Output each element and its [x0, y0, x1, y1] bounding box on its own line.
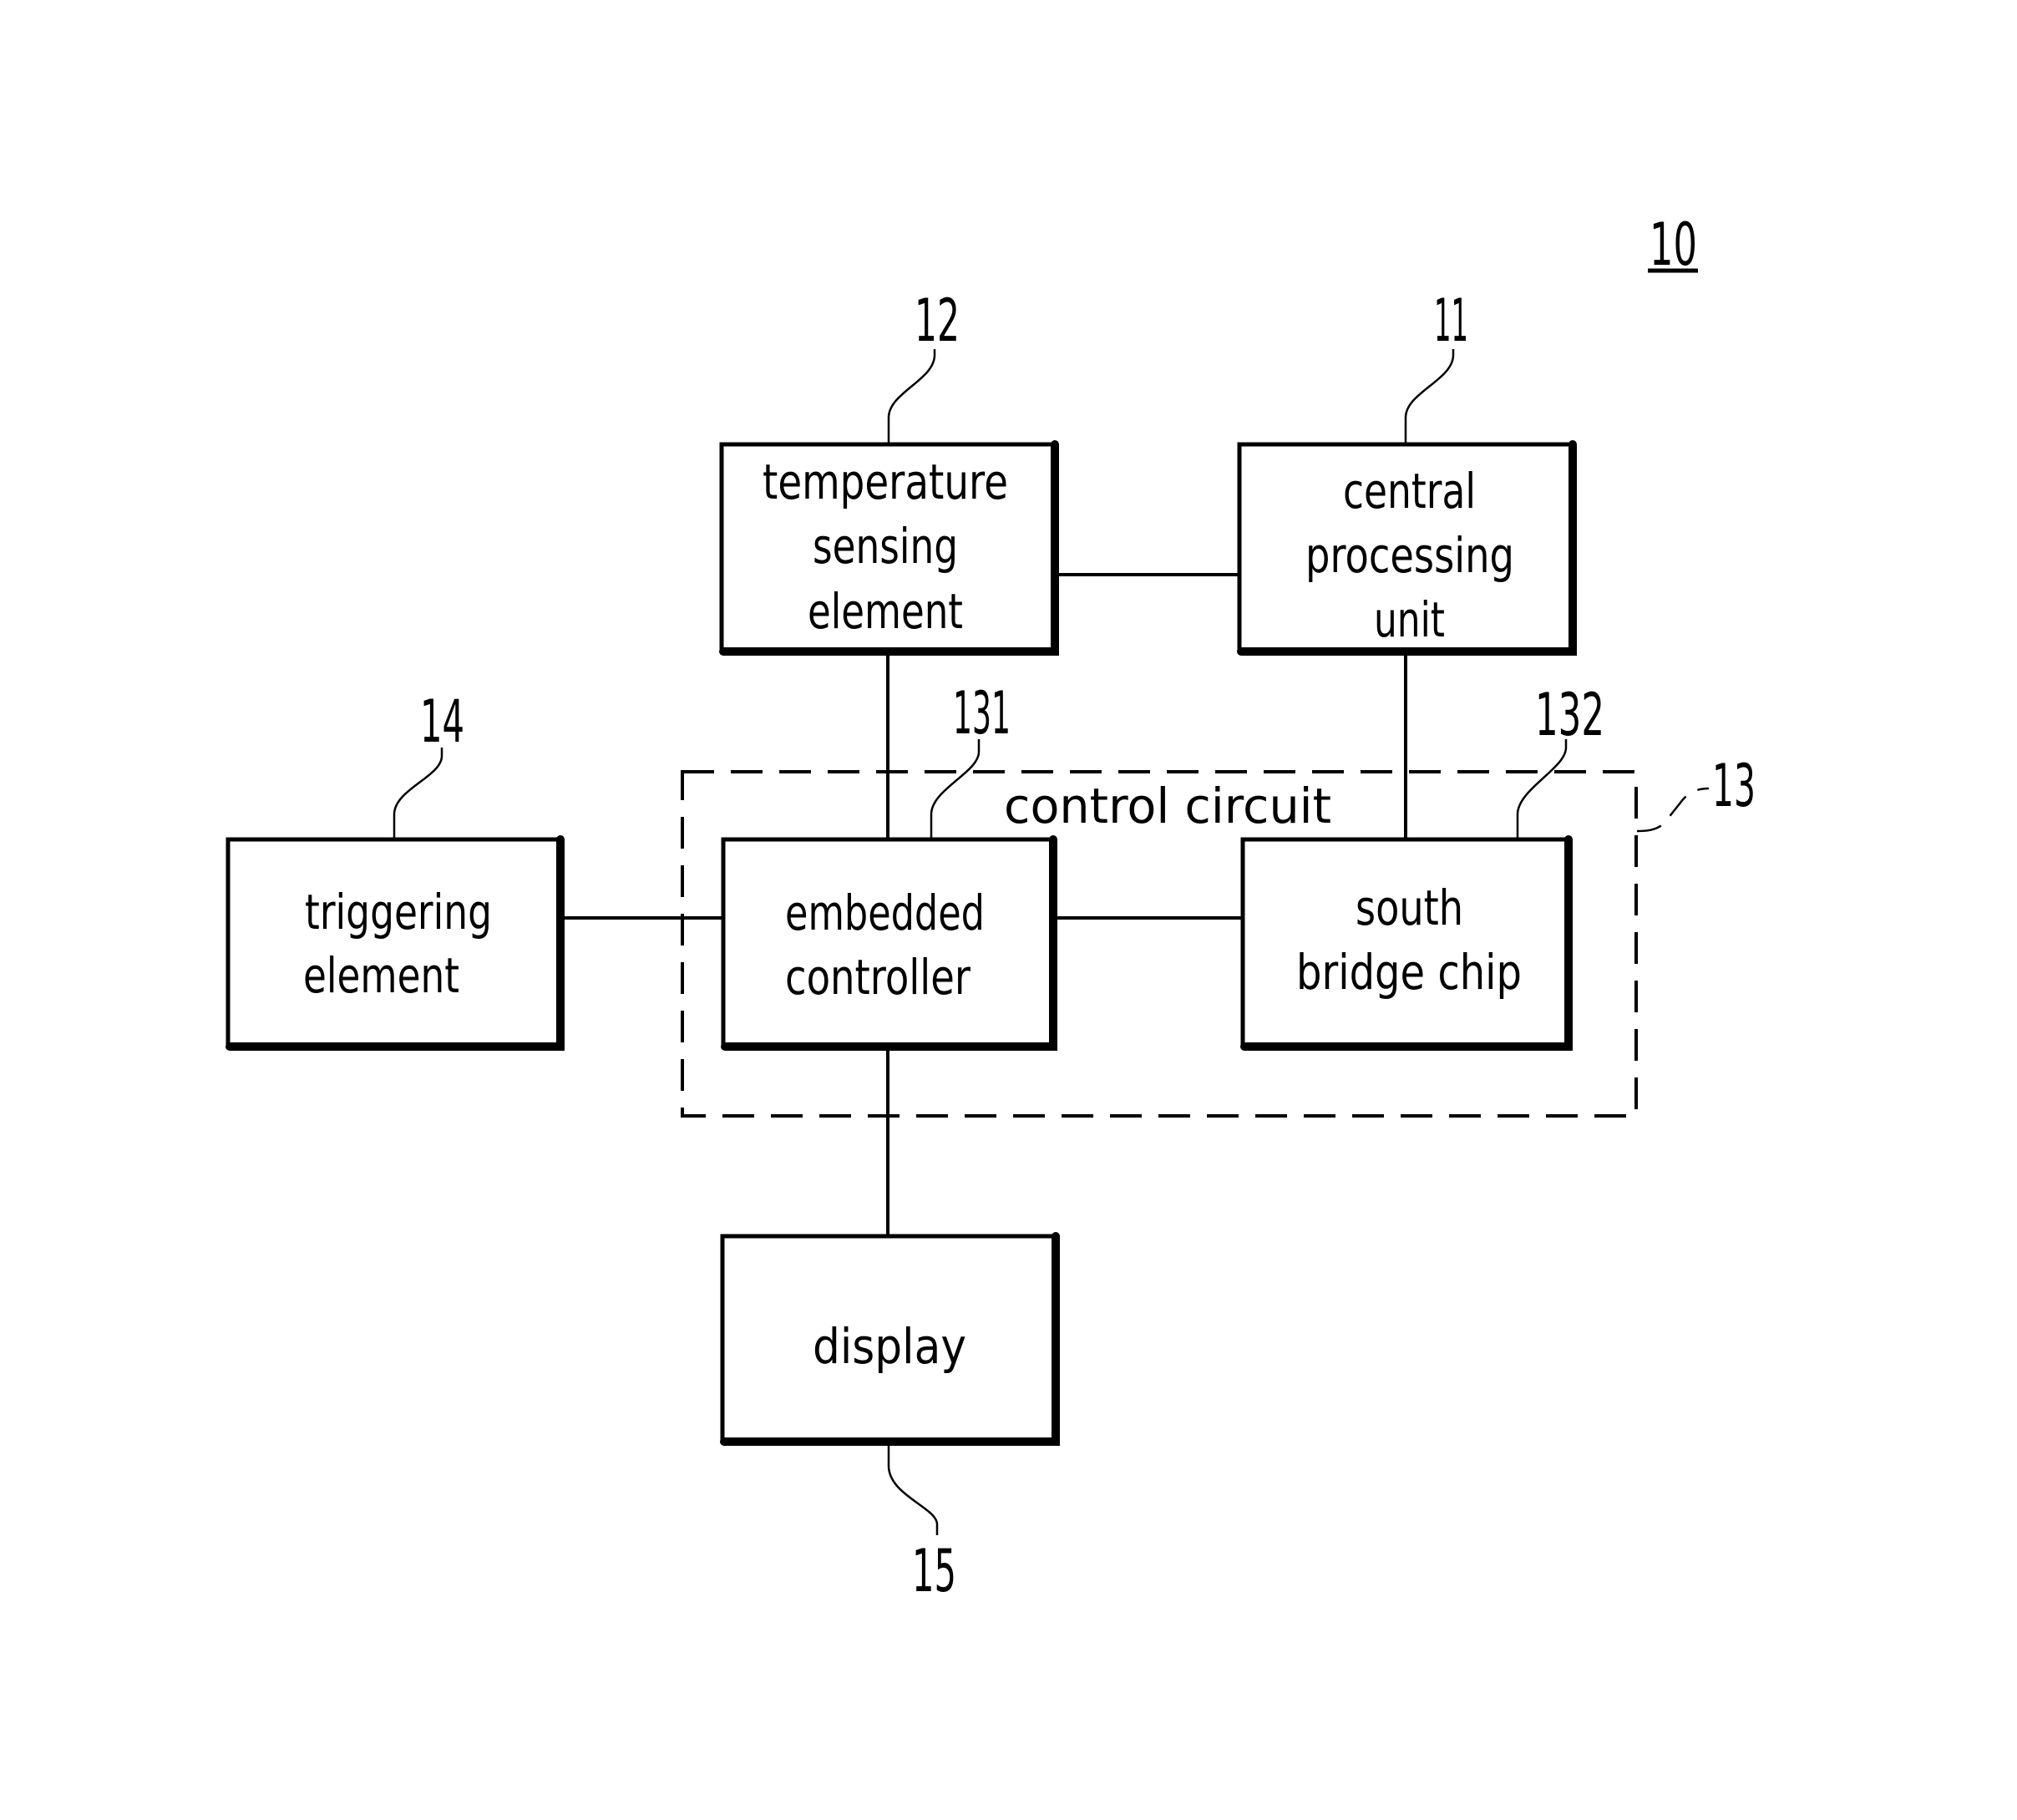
leader-14 — [393, 748, 443, 839]
triggering-element-block: triggering element — [226, 835, 565, 1051]
ec-line-1: embedded — [785, 885, 985, 941]
figure-ref-10: 10 — [1648, 210, 1698, 279]
leader-11 — [1404, 349, 1455, 444]
temp-line-1: temperature — [763, 454, 1008, 510]
display-block: display — [720, 1232, 1060, 1446]
trigger-line-2: element — [303, 947, 459, 1004]
leader-15 — [887, 1443, 939, 1535]
block-diagram: 10 control circuit temperature sensing e… — [226, 210, 1756, 1605]
south-bridge-chip-block: south bridge chip — [1240, 835, 1573, 1051]
temp-line-2: sensing — [813, 518, 958, 575]
ref-12: 12 — [915, 286, 960, 355]
cpu-line-3: unit — [1374, 591, 1445, 648]
embedded-controller-block: embedded controller — [721, 835, 1057, 1051]
leader-12 — [887, 349, 936, 444]
control-circuit-label: control circuit — [1004, 778, 1331, 834]
display-label: display — [813, 1318, 966, 1375]
central-processing-unit-block: central processing unit — [1237, 440, 1577, 656]
ref-15: 15 — [912, 1537, 956, 1605]
leader-13 — [1636, 787, 1710, 833]
ref-13: 13 — [1712, 752, 1756, 820]
leader-131 — [930, 739, 981, 839]
temp-line-3: element — [808, 583, 963, 640]
ref-14: 14 — [420, 687, 464, 756]
sb-line-1: south — [1356, 880, 1463, 936]
cpu-line-2: processing — [1305, 527, 1514, 584]
ref-11: 11 — [1434, 286, 1468, 355]
ec-line-2: controller — [785, 949, 970, 1006]
sb-line-2: bridge chip — [1296, 944, 1522, 1001]
ref-132: 132 — [1535, 681, 1604, 749]
leader-132 — [1516, 739, 1568, 839]
trigger-line-1: triggering — [305, 884, 492, 940]
temperature-sensing-element-block: temperature sensing element — [719, 440, 1059, 656]
ref-131: 131 — [953, 679, 1011, 748]
cpu-line-1: central — [1343, 463, 1476, 520]
